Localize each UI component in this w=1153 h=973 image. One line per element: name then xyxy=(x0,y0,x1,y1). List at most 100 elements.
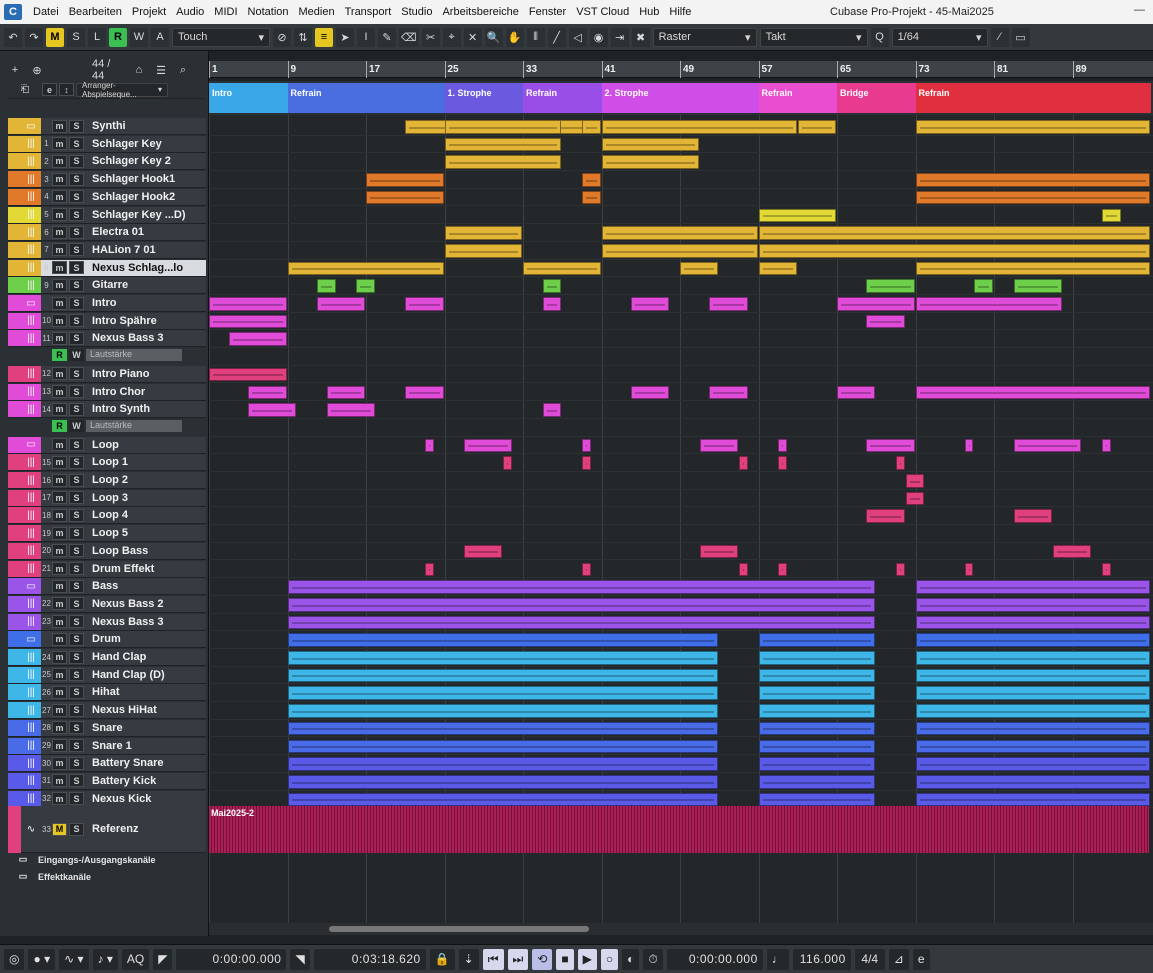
track-lane[interactable] xyxy=(209,472,1153,490)
signature-value[interactable]: 4/4 xyxy=(854,948,885,970)
instrument-track[interactable]: ||| 6 m S Electra 01 xyxy=(8,224,206,242)
midi-part[interactable] xyxy=(758,686,876,701)
mute-button[interactable]: m xyxy=(52,190,67,204)
midi-part[interactable] xyxy=(699,544,738,559)
hand-tool-icon[interactable]: ✋ xyxy=(505,27,524,47)
midi-part[interactable] xyxy=(326,403,375,417)
midi-part[interactable] xyxy=(758,774,876,789)
mute-button[interactable]: m xyxy=(52,208,67,221)
midi-part[interactable] xyxy=(915,120,1150,134)
midi-part[interactable] xyxy=(287,261,444,276)
midi-part[interactable] xyxy=(964,562,974,577)
cubase-logo-icon[interactable]: C xyxy=(4,4,22,20)
solo-button[interactable]: S xyxy=(69,721,84,735)
solo-button[interactable]: S xyxy=(69,137,84,151)
midi-part[interactable] xyxy=(758,651,876,665)
mute-button[interactable]: m xyxy=(52,615,67,629)
folder-track[interactable]: ▭ Effektkanäle xyxy=(8,868,206,885)
midi-part[interactable] xyxy=(366,173,444,187)
midi-part[interactable] xyxy=(709,385,748,400)
solo-button[interactable]: S xyxy=(69,154,84,168)
folder-track[interactable]: ▭ m S Bass xyxy=(8,578,206,596)
solo-button[interactable]: S xyxy=(69,668,84,682)
solo-button[interactable]: S xyxy=(69,296,84,310)
mute-button[interactable]: m xyxy=(52,792,67,806)
glue-tool-icon[interactable]: ⌖ xyxy=(442,27,461,47)
punch-icon[interactable]: ⇣ xyxy=(458,948,479,970)
midi-part[interactable] xyxy=(581,456,591,470)
midi-part[interactable] xyxy=(915,757,1150,771)
arranger-section[interactable]: Refrain xyxy=(758,83,837,113)
automation-button[interactable]: A xyxy=(151,27,169,47)
record-icon[interactable]: ○ xyxy=(600,948,619,970)
mute-button[interactable]: M xyxy=(52,822,67,836)
read-button[interactable]: R xyxy=(52,349,67,362)
midi-part[interactable] xyxy=(837,385,876,400)
midi-part[interactable] xyxy=(905,474,925,488)
mute-button[interactable]: m xyxy=(52,243,67,257)
solo-button[interactable]: S xyxy=(69,385,84,398)
solo-button[interactable]: S xyxy=(69,190,84,204)
play-icon[interactable]: ▶ xyxy=(577,948,597,970)
solo-button[interactable]: S xyxy=(69,438,84,452)
arranger-section[interactable]: Intro xyxy=(209,83,288,113)
solo-button[interactable]: S xyxy=(69,739,84,752)
reference-track[interactable]: ∿ 33 M S Referenz xyxy=(8,805,206,853)
record-mode-icon[interactable]: ● ▾ xyxy=(28,948,56,970)
mute-tool-icon[interactable]: ✕ xyxy=(463,27,482,47)
midi-part[interactable] xyxy=(287,757,719,771)
midi-part[interactable] xyxy=(866,314,905,329)
instrument-track[interactable]: ||| 29 m S Snare 1 xyxy=(8,737,206,755)
settings-icon[interactable]: ◎ xyxy=(4,948,25,970)
midi-part[interactable] xyxy=(405,297,444,311)
midi-part[interactable] xyxy=(287,580,876,594)
midi-part[interactable] xyxy=(209,367,287,382)
midi-part[interactable] xyxy=(915,190,1150,205)
midi-part[interactable] xyxy=(797,120,836,134)
track-lane[interactable] xyxy=(209,454,1153,472)
solo-button[interactable]: S xyxy=(69,544,84,558)
add-folder-icon[interactable]: ⊕ xyxy=(28,60,46,80)
mute-button[interactable]: m xyxy=(52,491,67,505)
midi-part[interactable] xyxy=(601,137,699,152)
menu-fenster[interactable]: Fenster xyxy=(524,6,571,18)
solo-button[interactable]: S xyxy=(69,632,84,646)
arranger-section[interactable]: Refrain xyxy=(523,83,602,113)
read-automation-button[interactable]: R xyxy=(109,27,127,47)
mute-button[interactable]: m xyxy=(52,314,67,328)
draw-tool-icon[interactable]: ✎ xyxy=(378,27,396,47)
menu-hilfe[interactable]: Hilfe xyxy=(664,6,696,18)
midi-part[interactable] xyxy=(287,686,719,701)
track-lane[interactable] xyxy=(209,507,1153,526)
solo-button[interactable]: S xyxy=(69,172,84,186)
solo-button[interactable]: S xyxy=(69,473,84,487)
midi-part[interactable] xyxy=(915,721,1150,736)
midi-part[interactable] xyxy=(1101,208,1121,223)
midi-part[interactable] xyxy=(542,279,562,293)
midi-part[interactable] xyxy=(758,704,876,718)
read-button[interactable]: R xyxy=(52,419,67,432)
instrument-track[interactable]: ||| 9 m S Gitarre xyxy=(8,277,206,295)
solo-button[interactable]: S xyxy=(69,822,84,836)
mute-button[interactable]: m xyxy=(52,296,67,310)
midi-part[interactable] xyxy=(326,385,365,400)
midi-part[interactable] xyxy=(915,668,1150,683)
solo-button[interactable]: S xyxy=(69,526,84,540)
midi-part[interactable] xyxy=(758,668,876,683)
arranger-chain-select[interactable]: Arranger-Abspielseque... ▾ xyxy=(76,81,168,99)
midi-part[interactable] xyxy=(287,774,719,789)
midi-part[interactable] xyxy=(915,792,1150,807)
midi-part[interactable] xyxy=(1013,279,1062,293)
mute-button[interactable]: m xyxy=(52,455,67,469)
midi-part[interactable] xyxy=(444,226,522,240)
quantize-select[interactable]: 1/64 ▾ xyxy=(891,27,988,47)
menu-projekt[interactable]: Projekt xyxy=(127,6,171,18)
solo-button[interactable]: S xyxy=(69,650,84,664)
solo-button[interactable]: S xyxy=(69,579,84,593)
mute-button[interactable]: m xyxy=(52,668,67,682)
solo-all-button[interactable]: S xyxy=(67,27,85,47)
midi-part[interactable] xyxy=(542,403,562,417)
midi-part[interactable] xyxy=(248,385,287,400)
next-marker-icon[interactable]: ⏭ xyxy=(507,948,529,970)
menu-hub[interactable]: Hub xyxy=(634,6,664,18)
